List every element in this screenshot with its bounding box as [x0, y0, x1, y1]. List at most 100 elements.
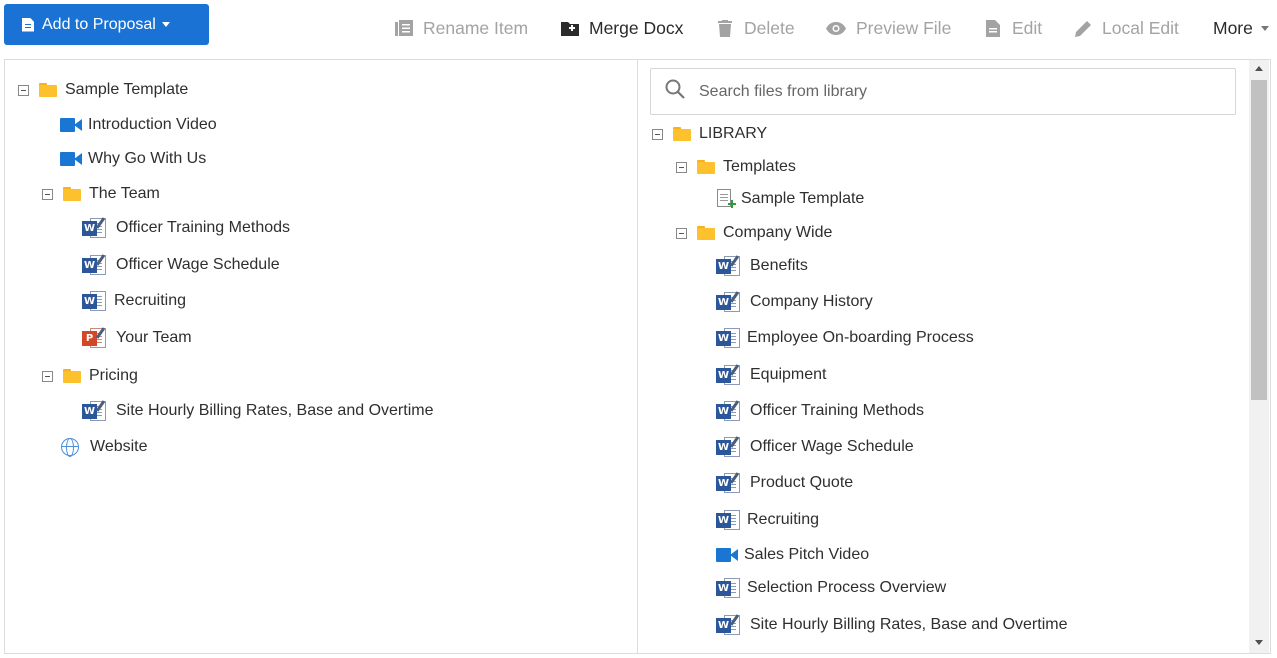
library-folder-company-wide[interactable]: Company Wide [697, 221, 832, 245]
collapse-toggle[interactable] [42, 371, 53, 382]
library-scrollbar[interactable] [1249, 60, 1269, 653]
preview-file-button[interactable]: Preview File [826, 14, 951, 42]
word-doc-icon: W [82, 400, 108, 422]
word-doc-icon: W [716, 364, 742, 386]
tree-label: Benefits [750, 257, 808, 274]
tree-label: Sample Template [65, 81, 189, 98]
tree-label: LIBRARY [699, 125, 768, 142]
pencil-icon [1074, 19, 1092, 37]
library-item[interactable]: W Recruiting [716, 508, 819, 532]
scroll-up-arrow-icon[interactable] [1255, 66, 1263, 71]
tree-item-recruiting[interactable]: W Recruiting [82, 289, 186, 313]
delete-label: Delete [744, 17, 795, 38]
word-doc-icon: W [716, 509, 742, 531]
tree-label: Officer Training Methods [750, 402, 925, 419]
folder-icon [63, 187, 81, 201]
local-edit-label: Local Edit [1102, 17, 1179, 38]
folder-icon [697, 160, 715, 174]
library-item[interactable]: W Employee On-boarding Process [716, 326, 974, 350]
globe-icon [61, 438, 79, 457]
collapse-toggle[interactable] [652, 129, 663, 140]
more-menu[interactable]: More [1213, 14, 1269, 42]
proposal-tree-panel: Sample Template Introduction Video Why G… [4, 59, 638, 654]
scroll-down-arrow-icon[interactable] [1255, 640, 1263, 645]
folder-icon [673, 127, 691, 141]
tree-label: Site Hourly Billing Rates, Base and Over… [750, 616, 1068, 633]
tree-label: Equipment [750, 366, 827, 383]
tree-label: Recruiting [747, 511, 820, 528]
library-search-box [650, 68, 1236, 115]
tree-label: Sales Pitch Video [744, 546, 870, 563]
video-icon [60, 118, 82, 132]
library-search-input[interactable] [699, 82, 1219, 101]
word-doc-icon: W [716, 255, 742, 277]
library-item[interactable]: W Officer Wage Schedule [716, 435, 914, 459]
tree-item-site-hourly-billing[interactable]: W Site Hourly Billing Rates, Base and Ov… [82, 399, 433, 423]
search-icon [665, 79, 685, 104]
library-item[interactable]: W Benefits [716, 254, 808, 278]
library-item[interactable]: W Selection Process Overview [716, 576, 946, 600]
library-root[interactable]: LIBRARY [673, 122, 767, 146]
tree-folder-the-team[interactable]: The Team [63, 182, 160, 206]
tree-label: Officer Training Methods [116, 219, 291, 236]
tree-label: Pricing [89, 367, 138, 384]
library-item[interactable]: Sales Pitch Video [716, 543, 869, 567]
add-to-proposal-button[interactable]: Add to Proposal [4, 4, 209, 45]
tree-folder-pricing[interactable]: Pricing [63, 364, 138, 388]
document-icon [22, 17, 34, 32]
file-icon [984, 19, 1002, 37]
tree-item-officer-training[interactable]: W Officer Training Methods [82, 216, 290, 240]
trash-icon [716, 19, 734, 37]
scrollbar-thumb[interactable] [1251, 80, 1267, 400]
delete-button[interactable]: Delete [716, 14, 795, 42]
tree-root-sample-template[interactable]: Sample Template [39, 78, 188, 102]
word-doc-icon: W [82, 290, 108, 312]
tree-label: Product Quote [750, 474, 854, 491]
tree-item-introduction-video[interactable]: Introduction Video [60, 113, 217, 137]
tree-label: Site Hourly Billing Rates, Base and Over… [116, 402, 434, 419]
edit-button[interactable]: Edit [984, 14, 1042, 42]
collapse-toggle[interactable] [676, 162, 687, 173]
tree-item-officer-wage[interactable]: W Officer Wage Schedule [82, 253, 280, 277]
video-icon [716, 548, 738, 562]
tree-item-why-go-with-us[interactable]: Why Go With Us [60, 147, 206, 171]
collapse-toggle[interactable] [18, 85, 29, 96]
tree-label: Templates [723, 158, 796, 175]
tree-label: Your Team [116, 329, 192, 346]
local-edit-button[interactable]: Local Edit [1074, 14, 1179, 42]
library-item[interactable]: W Equipment [716, 363, 827, 387]
library-item-sample-template[interactable]: Sample Template [716, 187, 864, 211]
tree-label: Selection Process Overview [747, 579, 947, 596]
tree-item-your-team[interactable]: P Your Team [82, 326, 192, 350]
tree-label: Company History [750, 293, 873, 310]
collapse-toggle[interactable] [676, 228, 687, 239]
tree-label: Employee On-boarding Process [747, 329, 974, 346]
tree-label: Officer Wage Schedule [750, 438, 914, 455]
word-doc-icon: W [716, 436, 742, 458]
word-doc-icon: W [82, 217, 108, 239]
library-item[interactable]: W Product Quote [716, 471, 853, 495]
merge-docx-button[interactable]: Merge Docx [561, 14, 683, 42]
library-item[interactable]: W Officer Training Methods [716, 399, 924, 423]
tree-label: Website [90, 438, 148, 455]
library-item[interactable]: W Company History [716, 290, 873, 314]
tree-label: Why Go With Us [88, 150, 207, 167]
tree-label: Officer Wage Schedule [116, 256, 280, 273]
folder-plus-icon [561, 19, 579, 37]
word-doc-icon: W [716, 472, 742, 494]
word-doc-icon: W [716, 327, 742, 349]
tree-label: Recruiting [114, 292, 187, 309]
rename-item-button[interactable]: Rename Item [395, 14, 528, 42]
tree-label: Sample Template [741, 190, 865, 207]
word-doc-icon: W [716, 291, 742, 313]
library-folder-templates[interactable]: Templates [697, 155, 796, 179]
word-doc-icon: W [716, 577, 742, 599]
add-to-proposal-label: Add to Proposal [42, 15, 156, 33]
powerpoint-icon: P [82, 327, 108, 349]
tree-item-website[interactable]: Website [61, 435, 148, 459]
video-icon [60, 152, 82, 166]
collapse-toggle[interactable] [42, 189, 53, 200]
library-item[interactable]: W Site Hourly Billing Rates, Base and Ov… [716, 613, 1067, 637]
word-doc-icon: W [716, 614, 742, 636]
caret-down-icon [1260, 25, 1269, 31]
